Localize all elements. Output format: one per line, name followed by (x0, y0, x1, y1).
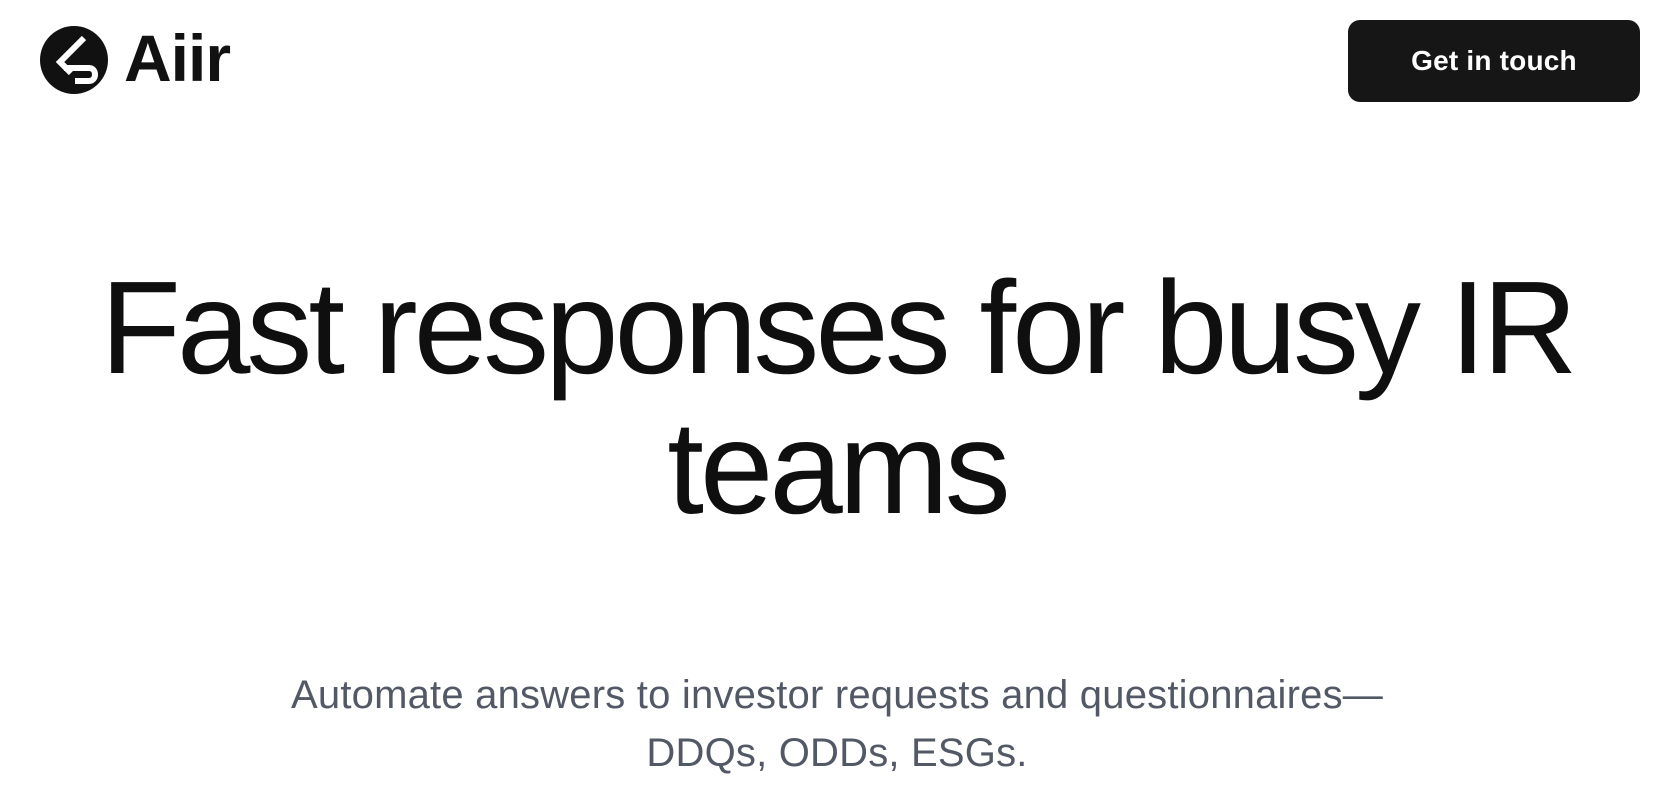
hero-title: Fast responses for busy IR teams (100, 254, 1577, 541)
hero-section: Fast responses for busy IR teams Automat… (0, 0, 1674, 812)
hero-subtitle: Automate answers to investor requests an… (291, 673, 1383, 775)
